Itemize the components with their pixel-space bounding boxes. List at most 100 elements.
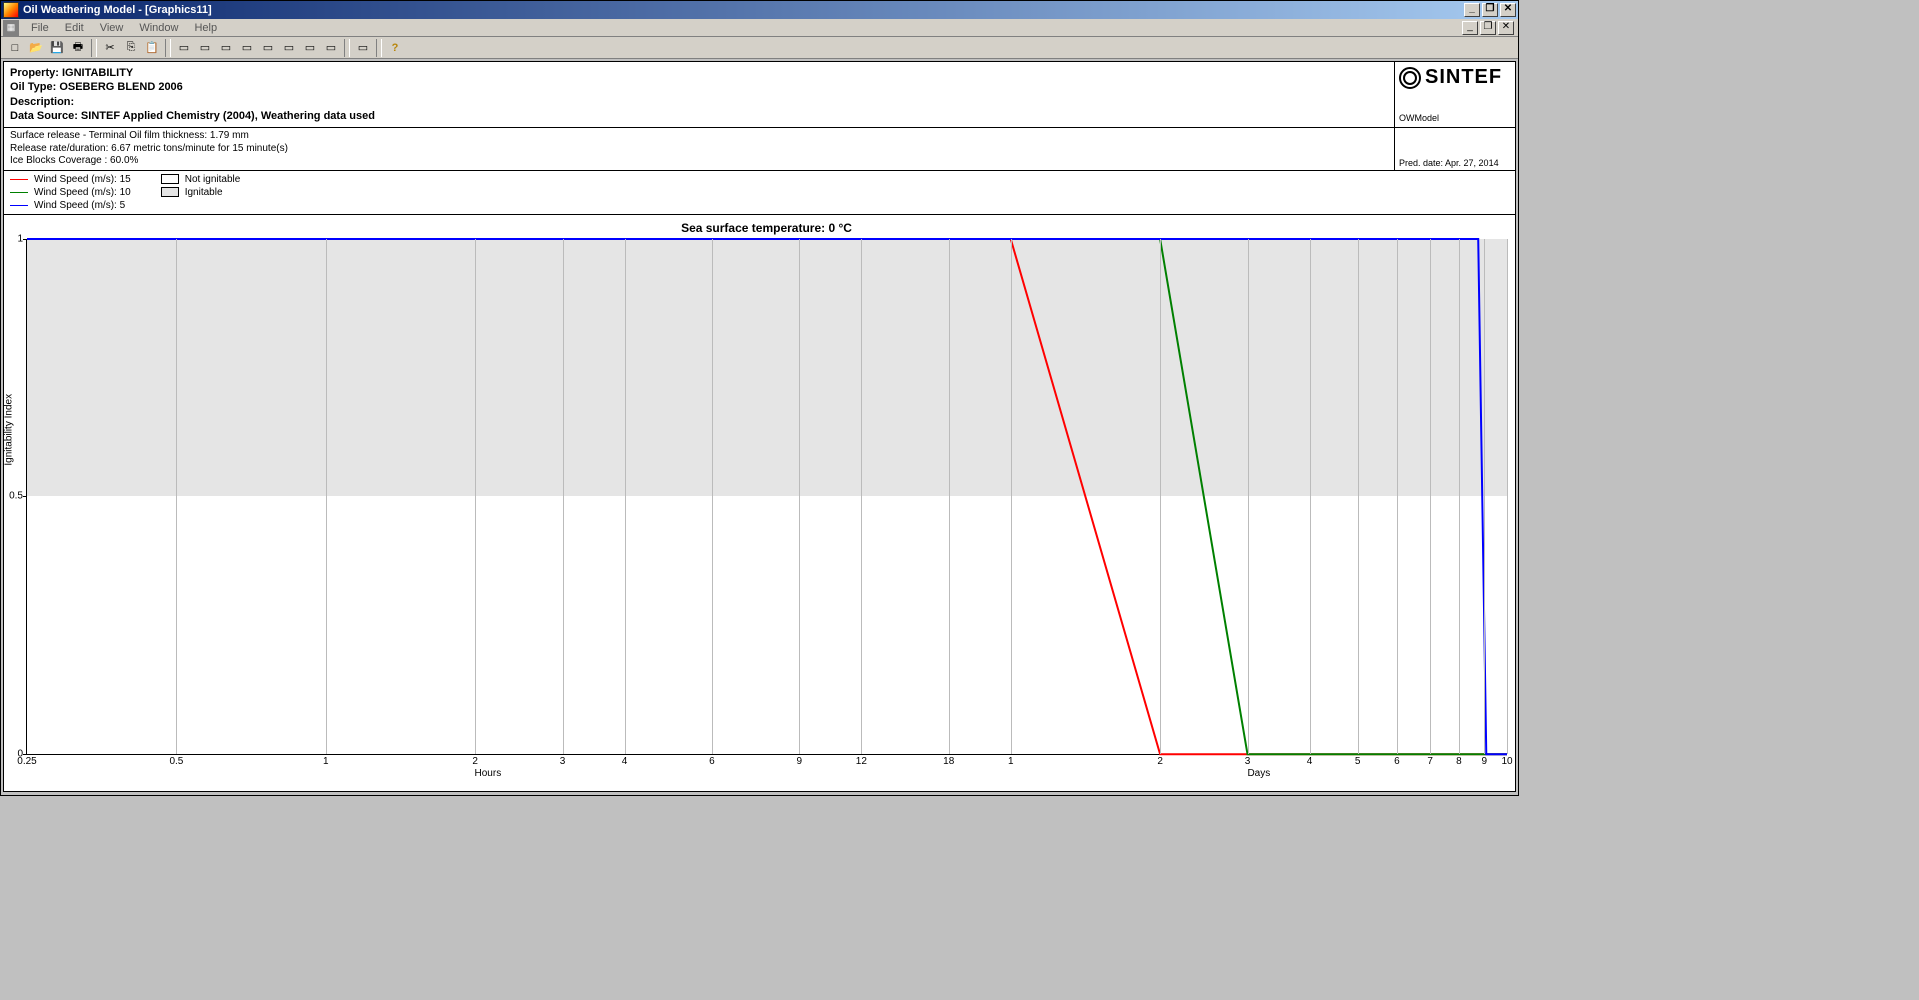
x-gridline [799, 239, 800, 754]
x-tick-label: 8 [1456, 754, 1462, 767]
x-tick-label: 10 [1501, 754, 1512, 767]
mdi-close-button[interactable]: ✕ [1498, 21, 1514, 35]
info-release: Surface release - Terminal Oil film thic… [4, 128, 1395, 170]
menu-window[interactable]: Window [131, 21, 186, 35]
x-gridline [712, 239, 713, 754]
info-side: SINTEF OWModel [1395, 62, 1515, 127]
open-button[interactable]: 📂 [26, 39, 46, 57]
window-title: Oil Weathering Model - [Graphics11] [23, 4, 1464, 16]
legend-label: Wind Speed (m/s): 10 [34, 187, 131, 198]
datasource-value: SINTEF Applied Chemistry (2004), Weather… [81, 110, 375, 122]
legend-regions: Not ignitable Ignitable [161, 174, 241, 211]
tool-6[interactable]: ▭ [279, 39, 299, 57]
legend-line-icon [10, 192, 28, 193]
oiltype-value: OSEBERG BLEND 2006 [59, 81, 182, 93]
x-tick-label: 7 [1427, 754, 1433, 767]
x-tick-label: 9 [797, 754, 803, 767]
cut-icon: ✂ [105, 41, 114, 54]
maximize-button[interactable]: ❐ [1482, 3, 1498, 17]
info-main: Property: IGNITABILITY Oil Type: OSEBERG… [4, 62, 1395, 127]
x-gridline [1160, 239, 1161, 754]
pred-date: Pred. date: Apr. 27, 2014 [1395, 128, 1515, 170]
x-gridline [176, 239, 177, 754]
x-gridline [1430, 239, 1431, 754]
x-tick-label: 6 [709, 754, 715, 767]
x-gridline [1397, 239, 1398, 754]
save-button[interactable]: 💾 [47, 39, 67, 57]
series-line [27, 239, 1507, 754]
x-tick-label: 3 [560, 754, 566, 767]
y-tick [23, 239, 27, 240]
paste-icon: 📋 [145, 41, 159, 54]
tool7-icon: ▭ [305, 41, 315, 54]
owmodel-label: OWModel [1399, 113, 1511, 123]
x-axis-label-days: Days [1247, 754, 1270, 779]
cut-button[interactable]: ✂ [100, 39, 120, 57]
help-button[interactable]: ? [385, 39, 405, 57]
x-axis-label-hours: Hours [475, 754, 502, 779]
x-gridline [1310, 239, 1311, 754]
tool1-icon: ▭ [179, 41, 189, 54]
new-icon: □ [12, 42, 19, 54]
tool4-icon: ▭ [242, 41, 252, 54]
tool-9[interactable]: ▭ [353, 39, 373, 57]
x-tick-label: 2 [1157, 754, 1163, 767]
new-button[interactable]: □ [5, 39, 25, 57]
sintef-logo-icon [1399, 67, 1421, 89]
x-gridline [1459, 239, 1460, 754]
menubar: ▦ File Edit View Window Help _ ❐ ✕ [1, 19, 1518, 37]
menu-edit[interactable]: Edit [57, 21, 92, 35]
legend-item: Wind Speed (m/s): 15 [10, 174, 131, 185]
paste-button[interactable]: 📋 [142, 39, 162, 57]
tool-7[interactable]: ▭ [300, 39, 320, 57]
tool3-icon: ▭ [221, 41, 231, 54]
copy-button[interactable]: ⎘ [121, 39, 141, 57]
x-gridline [949, 239, 950, 754]
x-tick-label: 1 [323, 754, 329, 767]
x-tick-label: 0.5 [169, 754, 183, 767]
toolbar-separator [91, 39, 97, 57]
menu-view[interactable]: View [92, 21, 132, 35]
x-gridline [1011, 239, 1012, 754]
toolbar-separator [165, 39, 171, 57]
series-line [27, 239, 1507, 754]
legend-item: Wind Speed (m/s): 5 [10, 200, 131, 211]
mdi-app-icon[interactable]: ▦ [3, 20, 19, 36]
menu-file[interactable]: File [23, 21, 57, 35]
tool-4[interactable]: ▭ [237, 39, 257, 57]
tool6-icon: ▭ [284, 41, 294, 54]
x-tick-label: 1 [1008, 754, 1014, 767]
tool-2[interactable]: ▭ [195, 39, 215, 57]
sintef-text: SINTEF [1425, 66, 1502, 89]
tool2-icon: ▭ [200, 41, 210, 54]
tool-5[interactable]: ▭ [258, 39, 278, 57]
mdi-maximize-button[interactable]: ❐ [1480, 21, 1496, 35]
minimize-button[interactable]: _ [1464, 3, 1480, 17]
legend-label: Not ignitable [185, 174, 241, 185]
x-gridline [1248, 239, 1249, 754]
tool-1[interactable]: ▭ [174, 39, 194, 57]
save-icon: 💾 [50, 41, 64, 54]
x-tick-label: 9 [1482, 754, 1488, 767]
x-tick-label: 18 [943, 754, 954, 767]
chart-title: Sea surface temperature: 0 °C [26, 219, 1507, 239]
legend-item: Ignitable [161, 187, 241, 198]
toolbar-separator [376, 39, 382, 57]
close-button[interactable]: ✕ [1500, 3, 1516, 17]
toolbar-separator [344, 39, 350, 57]
menu-help[interactable]: Help [186, 21, 225, 35]
y-tick-label: 0.5 [5, 491, 23, 502]
property-label: Property: [10, 67, 62, 79]
info-release-row: Surface release - Terminal Oil film thic… [4, 128, 1515, 171]
print-button[interactable]: 🖶 [68, 39, 88, 57]
mdi-minimize-button[interactable]: _ [1462, 21, 1478, 35]
tool-8[interactable]: ▭ [321, 39, 341, 57]
legend-label: Wind Speed (m/s): 5 [34, 200, 125, 211]
description-label: Description: [10, 96, 74, 108]
tool-3[interactable]: ▭ [216, 39, 236, 57]
titlebar: Oil Weathering Model - [Graphics11] _ ❐ … [1, 1, 1518, 19]
x-tick-label: 0.25 [17, 754, 36, 767]
chart-panel: Property: IGNITABILITY Oil Type: OSEBERG… [3, 61, 1516, 792]
legend-box-icon [161, 174, 179, 184]
release-line-1: Surface release - Terminal Oil film thic… [10, 130, 1388, 143]
